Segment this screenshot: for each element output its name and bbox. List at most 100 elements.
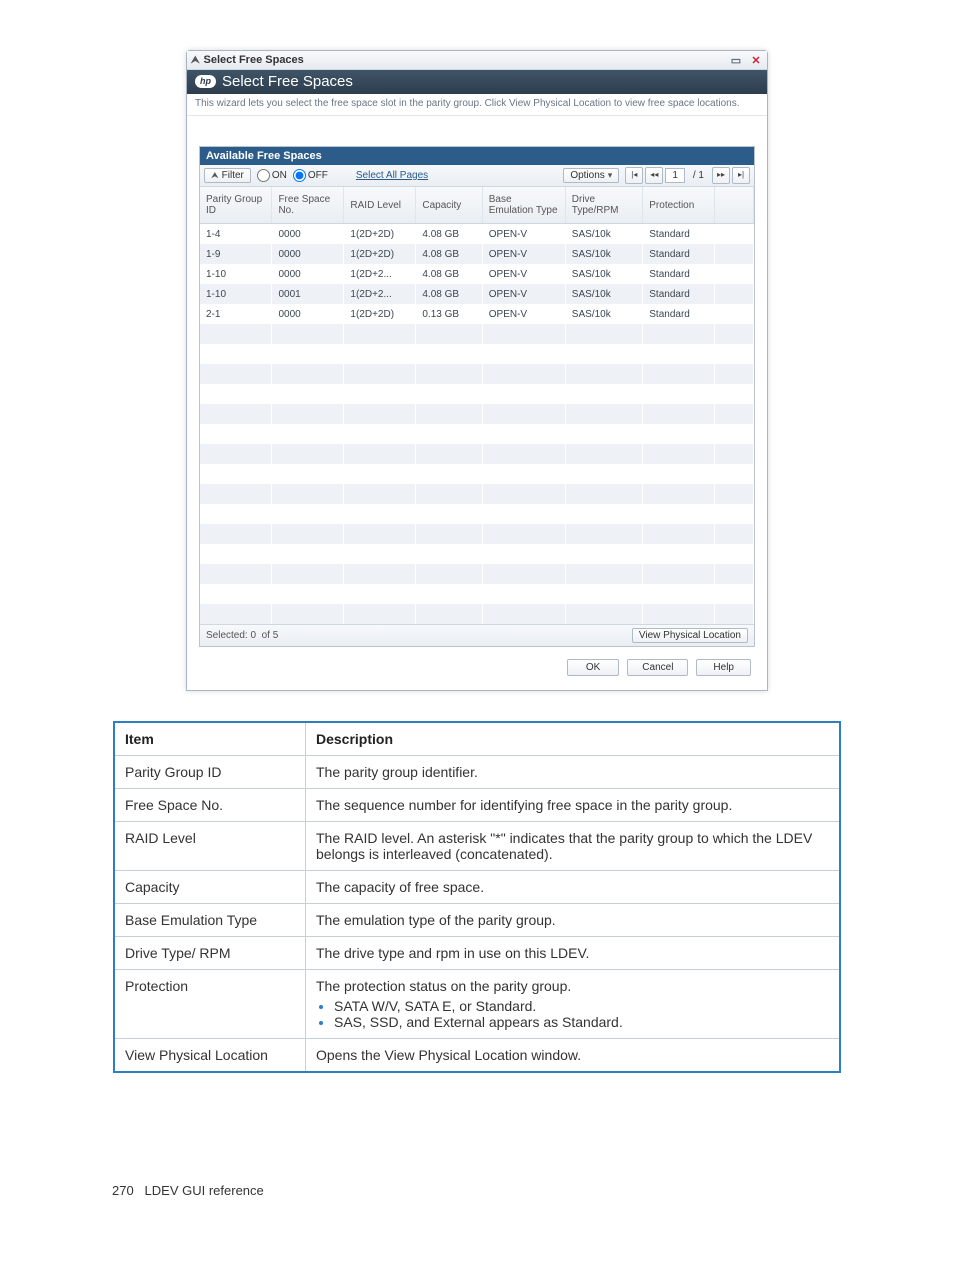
pager: |◂ ◂◂ 1 / 1 ▸▸ ▸| bbox=[625, 167, 750, 184]
desc-item: RAID Level bbox=[114, 822, 306, 871]
page-number: 270 bbox=[112, 1183, 134, 1198]
dialog-header: hp Select Free Spaces bbox=[187, 70, 767, 94]
cell: 1(2D+2... bbox=[344, 264, 416, 284]
page-total: / 1 bbox=[687, 169, 710, 182]
table-row[interactable]: 1-1000001(2D+2...4.08 GBOPEN-VSAS/10kSta… bbox=[200, 264, 754, 284]
dialog-footer: OK Cancel Help bbox=[199, 647, 755, 678]
select-free-spaces-dialog: ⮝ Select Free Spaces ▭ ✕ hp Select Free … bbox=[186, 50, 768, 691]
cell: SAS/10k bbox=[565, 224, 642, 245]
cell: 0000 bbox=[272, 224, 344, 245]
page-prev-button[interactable]: ◂◂ bbox=[645, 167, 663, 184]
cell: Standard bbox=[643, 244, 715, 264]
desc-row: View Physical LocationOpens the View Phy… bbox=[114, 1039, 840, 1073]
free-spaces-table: Parity Group ID Free Space No. RAID Leve… bbox=[200, 187, 754, 624]
cell: OPEN-V bbox=[482, 244, 565, 264]
ok-button[interactable]: OK bbox=[567, 659, 619, 676]
table-row bbox=[200, 444, 754, 464]
table-row bbox=[200, 544, 754, 564]
cell: Standard bbox=[643, 264, 715, 284]
table-row[interactable]: 1-400001(2D+2D)4.08 GBOPEN-VSAS/10kStand… bbox=[200, 224, 754, 245]
filter-button[interactable]: ⮝ Filter bbox=[204, 168, 251, 183]
table-row bbox=[200, 584, 754, 604]
cell: 0000 bbox=[272, 304, 344, 324]
close-icon[interactable]: ✕ bbox=[749, 54, 763, 67]
table-row bbox=[200, 404, 754, 424]
cell: 0.13 GB bbox=[416, 304, 482, 324]
chevron-down-icon: ▾ bbox=[608, 170, 613, 181]
table-row bbox=[200, 484, 754, 504]
desc-row: CapacityThe capacity of free space. bbox=[114, 871, 840, 904]
table-row bbox=[200, 324, 754, 344]
col-parity-group-id[interactable]: Parity Group ID bbox=[200, 187, 272, 224]
cell: 4.08 GB bbox=[416, 244, 482, 264]
table-row bbox=[200, 524, 754, 544]
desc-desc: The emulation type of the parity group. bbox=[306, 904, 841, 937]
cell: Standard bbox=[643, 304, 715, 324]
desc-row: RAID LevelThe RAID level. An asterisk "*… bbox=[114, 822, 840, 871]
col-free-space-no[interactable]: Free Space No. bbox=[272, 187, 344, 224]
table-row bbox=[200, 564, 754, 584]
desc-item: Free Space No. bbox=[114, 789, 306, 822]
total-count: 5 bbox=[273, 630, 279, 641]
cell: 4.08 GB bbox=[416, 264, 482, 284]
table-row bbox=[200, 464, 754, 484]
panel-toolbar: ⮝ Filter ON OFF Select All Pages bbox=[200, 165, 754, 187]
cell: SAS/10k bbox=[565, 264, 642, 284]
col-raid-level[interactable]: RAID Level bbox=[344, 187, 416, 224]
collapse-icon[interactable]: ⮝ bbox=[191, 55, 200, 66]
filter-off-radio[interactable]: OFF bbox=[293, 169, 328, 182]
table-row[interactable]: 1-1000011(2D+2...4.08 GBOPEN-VSAS/10kSta… bbox=[200, 284, 754, 304]
options-button[interactable]: Options ▾ bbox=[563, 168, 619, 183]
table-row bbox=[200, 424, 754, 444]
col-protection[interactable]: Protection bbox=[643, 187, 715, 224]
desc-desc: The sequence number for identifying free… bbox=[306, 789, 841, 822]
page-first-button[interactable]: |◂ bbox=[625, 167, 643, 184]
cell: 1-10 bbox=[200, 284, 272, 304]
col-capacity[interactable]: Capacity bbox=[416, 187, 482, 224]
cell: 0000 bbox=[272, 264, 344, 284]
desc-item: Protection bbox=[114, 970, 306, 1039]
table-row bbox=[200, 364, 754, 384]
cell: OPEN-V bbox=[482, 264, 565, 284]
cell: 1(2D+2D) bbox=[344, 304, 416, 324]
cell: 4.08 GB bbox=[416, 284, 482, 304]
desc-row: Parity Group IDThe parity group identifi… bbox=[114, 756, 840, 789]
desc-desc: The RAID level. An asterisk "*" indicate… bbox=[306, 822, 841, 871]
cell: 1(2D+2D) bbox=[344, 244, 416, 264]
help-button[interactable]: Help bbox=[696, 659, 751, 676]
desc-row: Free Space No.The sequence number for id… bbox=[114, 789, 840, 822]
desc-hdr-desc: Description bbox=[306, 722, 841, 756]
cell: Standard bbox=[643, 224, 715, 245]
desc-item: Parity Group ID bbox=[114, 756, 306, 789]
col-base-emulation-type[interactable]: Base Emulation Type bbox=[482, 187, 565, 224]
cell: 0001 bbox=[272, 284, 344, 304]
dialog-titlebar: ⮝ Select Free Spaces ▭ ✕ bbox=[187, 51, 767, 70]
description-table: Item Description Parity Group IDThe pari… bbox=[113, 721, 841, 1073]
table-row[interactable]: 2-100001(2D+2D)0.13 GBOPEN-VSAS/10kStand… bbox=[200, 304, 754, 324]
page-current[interactable]: 1 bbox=[665, 168, 685, 183]
filter-on-radio[interactable]: ON bbox=[257, 169, 287, 182]
cell: OPEN-V bbox=[482, 284, 565, 304]
page-next-button[interactable]: ▸▸ bbox=[712, 167, 730, 184]
page-last-button[interactable]: ▸| bbox=[732, 167, 750, 184]
desc-item: Base Emulation Type bbox=[114, 904, 306, 937]
select-all-pages-link[interactable]: Select All Pages bbox=[350, 169, 434, 182]
desc-desc: Opens the View Physical Location window. bbox=[306, 1039, 841, 1073]
cell: 2-1 bbox=[200, 304, 272, 324]
desc-desc: The drive type and rpm in use on this LD… bbox=[306, 937, 841, 970]
selected-count: 0 bbox=[250, 630, 256, 641]
col-drive-type-rpm[interactable]: Drive Type/RPM bbox=[565, 187, 642, 224]
maximize-icon[interactable]: ▭ bbox=[729, 54, 743, 67]
view-physical-location-button[interactable]: View Physical Location bbox=[632, 628, 748, 643]
desc-desc: The parity group identifier. bbox=[306, 756, 841, 789]
table-row bbox=[200, 504, 754, 524]
page-footer: 270 LDEV GUI reference bbox=[0, 1073, 954, 1238]
desc-row: ProtectionThe protection status on the p… bbox=[114, 970, 840, 1039]
desc-item: Drive Type/ RPM bbox=[114, 937, 306, 970]
table-row[interactable]: 1-900001(2D+2D)4.08 GBOPEN-VSAS/10kStand… bbox=[200, 244, 754, 264]
panel-title: Available Free Spaces bbox=[200, 147, 754, 165]
cancel-button[interactable]: Cancel bbox=[627, 659, 688, 676]
table-row bbox=[200, 344, 754, 364]
cell: SAS/10k bbox=[565, 304, 642, 324]
dialog-header-title: Select Free Spaces bbox=[222, 73, 353, 90]
